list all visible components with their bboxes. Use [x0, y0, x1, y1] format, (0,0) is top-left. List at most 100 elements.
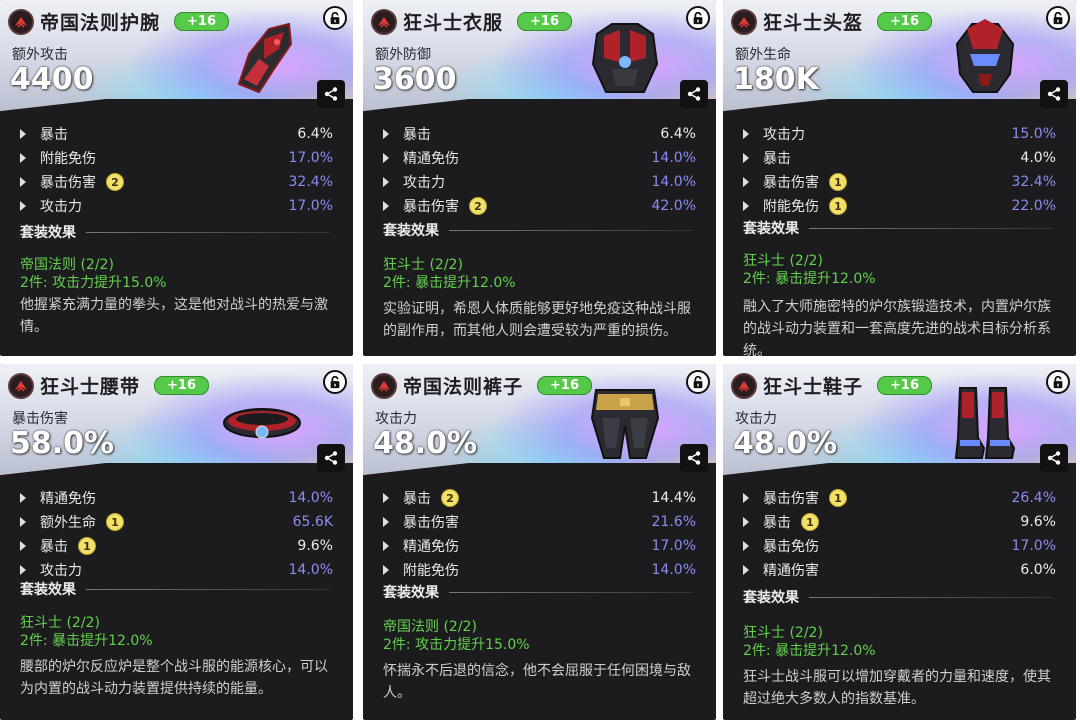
set-effect-heading: 套装效果	[743, 587, 1053, 607]
stat-row: 精通免伤 14.0%	[383, 146, 696, 170]
bullet-arrow-icon	[20, 565, 26, 575]
pants-icon	[582, 378, 668, 464]
main-stat-value: 4400	[10, 62, 94, 97]
boots-icon	[942, 378, 1028, 464]
main-stat-label: 暴击伤害	[12, 411, 68, 427]
equipment-card[interactable]: 狂斗士头盔 +16 额外生命 180K 攻击力 15.0% 暴击 4.0% 暴击…	[723, 0, 1076, 356]
upgrade-count-badge: 1	[801, 513, 819, 531]
gauntlet-icon	[219, 14, 305, 100]
upgrade-count-badge: 1	[106, 513, 124, 531]
stat-value: 14.0%	[651, 150, 696, 166]
bullet-arrow-icon	[20, 517, 26, 527]
bullet-arrow-icon	[383, 541, 389, 551]
share-icon[interactable]	[680, 444, 708, 472]
lock-icon[interactable]	[1046, 370, 1070, 394]
stat-row: 精通伤害 6.0%	[743, 558, 1056, 582]
bullet-arrow-icon	[383, 201, 389, 211]
bullet-arrow-icon	[20, 541, 26, 551]
bullet-arrow-icon	[743, 153, 749, 163]
divider	[809, 596, 1053, 598]
faction-emblem-icon	[371, 372, 397, 399]
lock-icon[interactable]	[1046, 6, 1070, 30]
sub-stats-list: 攻击力 15.0% 暴击 4.0% 暴击伤害 1 32.4% 附能免伤 1 22…	[743, 122, 1056, 218]
main-stat-label: 攻击力	[375, 411, 417, 427]
share-icon[interactable]	[1040, 444, 1068, 472]
bullet-arrow-icon	[743, 565, 749, 575]
share-icon[interactable]	[1040, 80, 1068, 108]
stat-label: 精通免伤	[40, 491, 96, 507]
stat-value: 9.6%	[297, 538, 333, 554]
faction-emblem-icon	[731, 8, 757, 35]
item-description: 他握紧充满力量的拳头，这是他对战斗的热爱与激情。	[20, 297, 328, 335]
set-name: 狂斗士 (2/2)	[743, 253, 823, 269]
lock-icon[interactable]	[686, 370, 710, 394]
stat-row: 额外生命 1 65.6K	[20, 510, 333, 534]
stat-value: 32.4%	[1011, 174, 1056, 190]
stat-value: 17.0%	[288, 198, 333, 214]
title-row: 狂斗士衣服 +16	[371, 8, 572, 35]
level-badge: +16	[154, 376, 209, 395]
stat-value: 6.4%	[660, 126, 696, 142]
set-name: 狂斗士 (2/2)	[383, 257, 463, 273]
share-icon[interactable]	[317, 80, 345, 108]
title-row: 狂斗士头盔 +16	[731, 8, 932, 35]
set-effect-title: 套装效果	[20, 582, 76, 598]
main-stat-label: 攻击力	[735, 411, 777, 427]
sub-stats-list: 暴击 6.4% 精通免伤 14.0% 攻击力 14.0% 暴击伤害 2 42.0	[383, 122, 696, 218]
set-bonus: 2件: 攻击力提升15.0%	[20, 275, 167, 291]
stat-row: 攻击力 14.0%	[383, 170, 696, 194]
stat-label: 暴击	[763, 515, 791, 531]
equipment-card[interactable]: 帝国法则裤子 +16 攻击力 48.0% 暴击 2 14.4% 暴击伤害 21.…	[363, 364, 716, 720]
item-description: 狂斗士战斗服可以增加穿戴者的力量和速度，使其超过绝大多数人的指数基准。	[743, 669, 1051, 707]
armor-icon	[582, 14, 668, 100]
stat-row: 暴击 1 9.6%	[743, 510, 1056, 534]
stat-value: 22.0%	[1011, 198, 1056, 214]
set-effect-heading: 套装效果	[743, 218, 1053, 238]
stat-row: 暴击 6.4%	[20, 122, 333, 146]
equipment-card[interactable]: 帝国法则护腕 +16 额外攻击 4400 暴击 6.4% 附能免伤 17.0% …	[0, 0, 353, 356]
title-row: 帝国法则护腕 +16	[8, 8, 229, 35]
stat-value: 42.0%	[651, 198, 696, 214]
bullet-arrow-icon	[20, 493, 26, 503]
item-description: 融入了大师施密特的炉尔族锻造技术，内置炉尔族的战斗动力装置和一套高度先进的战术目…	[743, 299, 1051, 356]
bullet-arrow-icon	[743, 541, 749, 551]
stat-value: 14.0%	[288, 562, 333, 578]
sub-stats-list: 暴击 6.4% 附能免伤 17.0% 暴击伤害 2 32.4% 攻击力 17.0	[20, 122, 333, 218]
helmet-icon	[942, 14, 1028, 100]
main-stat-value: 48.0%	[373, 426, 478, 461]
stat-row: 暴击伤害 1 32.4%	[743, 170, 1056, 194]
bullet-arrow-icon	[383, 129, 389, 139]
title-row: 帝国法则裤子 +16	[371, 372, 592, 399]
stat-label: 暴击免伤	[763, 539, 819, 555]
lock-icon[interactable]	[686, 6, 710, 30]
stat-row: 精通免伤 14.0%	[20, 486, 333, 510]
stat-label: 暴击伤害	[403, 199, 459, 215]
item-description: 实验证明，希恩人体质能够更好地免疫这种战斗服的副作用，而其他人则会遭受较为严重的…	[383, 301, 691, 339]
stat-value: 26.4%	[1011, 490, 1056, 506]
lock-icon[interactable]	[323, 6, 347, 30]
equipment-card[interactable]: 狂斗士鞋子 +16 攻击力 48.0% 暴击伤害 1 26.4% 暴击 1 9.…	[723, 364, 1076, 720]
item-name: 帝国法则护腕	[40, 12, 161, 34]
stat-row: 附能免伤 1 22.0%	[743, 194, 1056, 218]
upgrade-count-badge: 1	[78, 537, 96, 555]
stat-label: 攻击力	[40, 199, 82, 215]
divider	[809, 227, 1053, 229]
share-icon[interactable]	[680, 80, 708, 108]
stat-row: 暴击伤害 21.6%	[383, 510, 696, 534]
stat-value: 14.0%	[288, 490, 333, 506]
equipment-card[interactable]: 狂斗士衣服 +16 额外防御 3600 暴击 6.4% 精通免伤 14.0% 攻…	[363, 0, 716, 356]
share-icon[interactable]	[317, 444, 345, 472]
bullet-arrow-icon	[383, 493, 389, 503]
main-stat-label: 额外生命	[735, 47, 791, 63]
stat-label: 暴击伤害	[763, 491, 819, 507]
stat-value: 32.4%	[288, 174, 333, 190]
lock-icon[interactable]	[323, 370, 347, 394]
upgrade-count-badge: 2	[469, 197, 487, 215]
set-effect-heading: 套装效果	[20, 579, 330, 599]
stat-label: 攻击力	[403, 175, 445, 191]
stat-row: 暴击伤害 2 42.0%	[383, 194, 696, 218]
set-effect-title: 套装效果	[383, 223, 439, 239]
stat-row: 攻击力 17.0%	[20, 194, 333, 218]
equipment-card[interactable]: 狂斗士腰带 +16 暴击伤害 58.0% 精通免伤 14.0% 额外生命 1 6…	[0, 364, 353, 720]
divider	[86, 231, 330, 233]
